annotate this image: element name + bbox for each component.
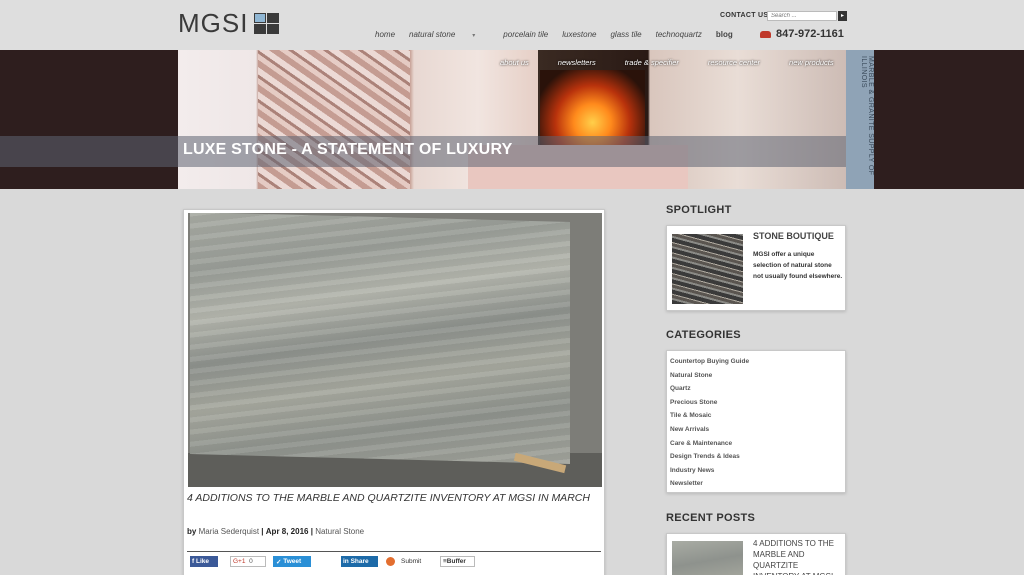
hero-image	[178, 50, 846, 189]
recent-post-card[interactable]: 4 ADDITIONS TO THE MARBLE AND QUARTZITE …	[666, 533, 846, 575]
category-new-arrivals[interactable]: New Arrivals	[667, 423, 845, 437]
nav-item-natural-stone[interactable]: natural stone ▾	[409, 30, 489, 39]
recent-post-title[interactable]: 4 ADDITIONS TO THE MARBLE AND QUARTZITE …	[753, 538, 843, 575]
meta-separator: |	[261, 527, 264, 536]
buffer-button[interactable]: ≡ Buffer	[440, 556, 475, 567]
page-title: LUXE STONE - A STATEMENT OF LUXURY	[183, 141, 513, 158]
meta-by: by	[187, 527, 197, 536]
nav-label: natural stone	[409, 30, 456, 39]
stumbleupon-submit-button[interactable]: Submit	[386, 556, 432, 567]
subnav-item-trade-specifier[interactable]: trade & specifier	[625, 58, 679, 67]
marble-texture	[258, 50, 410, 189]
post-category[interactable]: Natural Stone	[315, 527, 364, 536]
meta-separator: |	[310, 527, 313, 536]
tweet-label: Tweet	[283, 558, 302, 565]
stumble-label: Submit	[401, 558, 422, 565]
recent-post-image[interactable]	[672, 541, 743, 575]
gplus-count: 0	[249, 558, 253, 565]
logo-text: MGSI	[178, 8, 249, 38]
nav-item-blog[interactable]: blog	[716, 30, 733, 39]
category-precious-stone[interactable]: Precious Stone	[667, 396, 845, 410]
divider	[187, 551, 601, 552]
fireplace-image	[540, 70, 645, 145]
search-button[interactable]: ▸	[838, 11, 847, 21]
spotlight-heading: SPOTLIGHT	[666, 204, 732, 216]
facebook-label: Like	[195, 558, 209, 565]
linkedin-share-button[interactable]: in Share	[341, 556, 378, 567]
site-logo[interactable]: MGSI	[178, 8, 280, 39]
subnav-item-newsletters[interactable]: newsletters	[558, 58, 596, 67]
tweet-button[interactable]: ✓ Tweet	[273, 556, 311, 567]
buffer-label: Buffer	[446, 558, 466, 565]
twitter-icon: ✓	[276, 558, 284, 566]
nav-item-home[interactable]: home	[375, 30, 395, 39]
chevron-down-icon: ▾	[472, 33, 476, 39]
category-design-trends[interactable]: Design Trends & Ideas	[667, 450, 845, 464]
post-image[interactable]	[188, 213, 602, 487]
nav-item-porcelain-tile[interactable]: porcelain tile	[503, 30, 548, 39]
gplus-button[interactable]: G+1 0	[230, 556, 266, 567]
secondary-nav: about us newsletters trade & specifier r…	[500, 58, 863, 67]
side-tab[interactable]: MARBLE & GRANITE SUPPLY OF ILLINOIS	[846, 50, 874, 189]
spotlight-description: MGSI offer a unique selection of natural…	[753, 251, 843, 280]
category-care-maintenance[interactable]: Care & Maintenance	[667, 437, 845, 451]
site-header	[0, 0, 1024, 50]
category-natural-stone[interactable]: Natural Stone	[667, 369, 845, 383]
side-tab-label: MARBLE & GRANITE SUPPLY OF ILLINOIS	[860, 56, 874, 176]
phone-number[interactable]: 847-972-1161	[760, 28, 844, 40]
categories-list: Countertop Buying Guide Natural Stone Qu…	[666, 350, 846, 493]
gplus-label: G+1	[233, 558, 246, 565]
nav-item-glass-tile[interactable]: glass tile	[610, 30, 641, 39]
spotlight-image[interactable]	[672, 234, 743, 304]
linkedin-label: Share	[350, 558, 369, 565]
marble-slab-image	[190, 213, 570, 464]
categories-heading: CATEGORIES	[666, 329, 741, 341]
category-countertop-buying-guide[interactable]: Countertop Buying Guide	[667, 355, 845, 369]
post-date: Apr 8, 2016	[265, 527, 309, 536]
subnav-item-resource-center[interactable]: resource center	[708, 58, 760, 67]
category-quartz[interactable]: Quartz	[667, 382, 845, 396]
post-meta: by Maria Sederquist | Apr 8, 2016 | Natu…	[187, 527, 364, 536]
spotlight-card[interactable]: STONE BOUTIQUE MGSI offer a unique selec…	[666, 225, 846, 311]
category-industry-news[interactable]: Industry News	[667, 464, 845, 478]
phone-text: 847-972-1161	[776, 28, 844, 40]
contact-link[interactable]: CONTACT US	[720, 12, 768, 19]
linkedin-icon: in	[343, 558, 351, 565]
recent-posts-heading: RECENT POSTS	[666, 512, 756, 524]
nav-item-technoquartz[interactable]: technoquartz	[656, 30, 702, 39]
subnav-item-new-products[interactable]: new products	[789, 58, 834, 67]
post-card	[183, 209, 605, 575]
facebook-like-button[interactable]: f Like	[190, 556, 218, 567]
phone-icon	[760, 30, 771, 38]
category-newsletter[interactable]: Newsletter	[667, 477, 845, 491]
post-title[interactable]: 4 ADDITIONS TO THE MARBLE AND QUARTZITE …	[187, 492, 597, 505]
nav-item-luxestone[interactable]: luxestone	[562, 30, 596, 39]
category-tile-mosaic[interactable]: Tile & Mosaic	[667, 409, 845, 423]
subnav-item-about-us[interactable]: about us	[500, 58, 529, 67]
post-author[interactable]: Maria Sederquist	[199, 527, 259, 536]
stumbleupon-icon	[386, 557, 395, 566]
spotlight-title[interactable]: STONE BOUTIQUE	[753, 231, 834, 241]
main-nav: home natural stone ▾ porcelain tile luxes…	[375, 30, 747, 39]
logo-mark-icon	[254, 12, 280, 35]
search-input[interactable]	[767, 11, 837, 21]
